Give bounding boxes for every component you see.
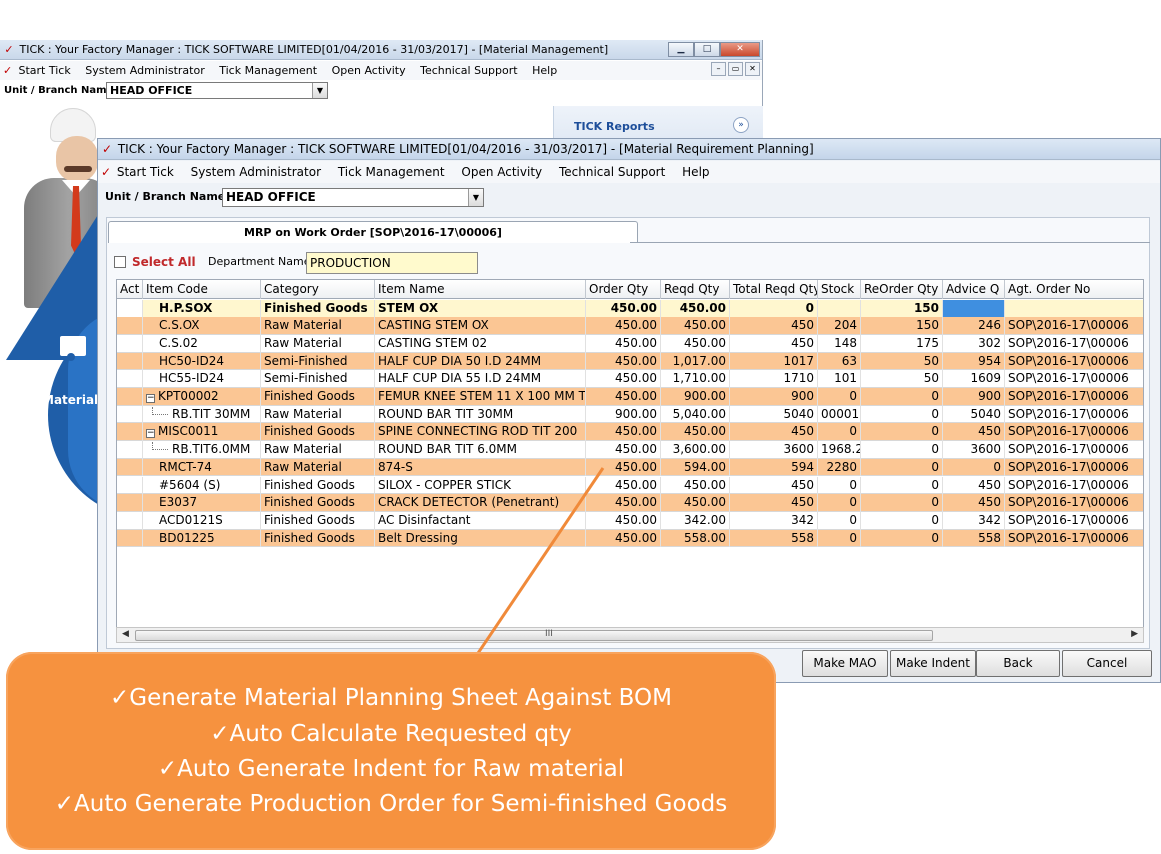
callout-line-4: ✓Auto Generate Production Order for Semi… (54, 791, 728, 817)
callout-line-3: ✓Auto Generate Indent for Raw material (157, 756, 625, 782)
feature-callout: ✓Generate Material Planning Sheet Agains… (6, 652, 776, 850)
callout-pointer-line (468, 467, 605, 666)
callout-line-2: ✓Auto Calculate Requested qty (210, 721, 572, 747)
callout-line-1: ✓Generate Material Planning Sheet Agains… (110, 685, 672, 711)
stage: ✓ TICK : Your Factory Manager : TICK SOF… (0, 0, 1161, 854)
